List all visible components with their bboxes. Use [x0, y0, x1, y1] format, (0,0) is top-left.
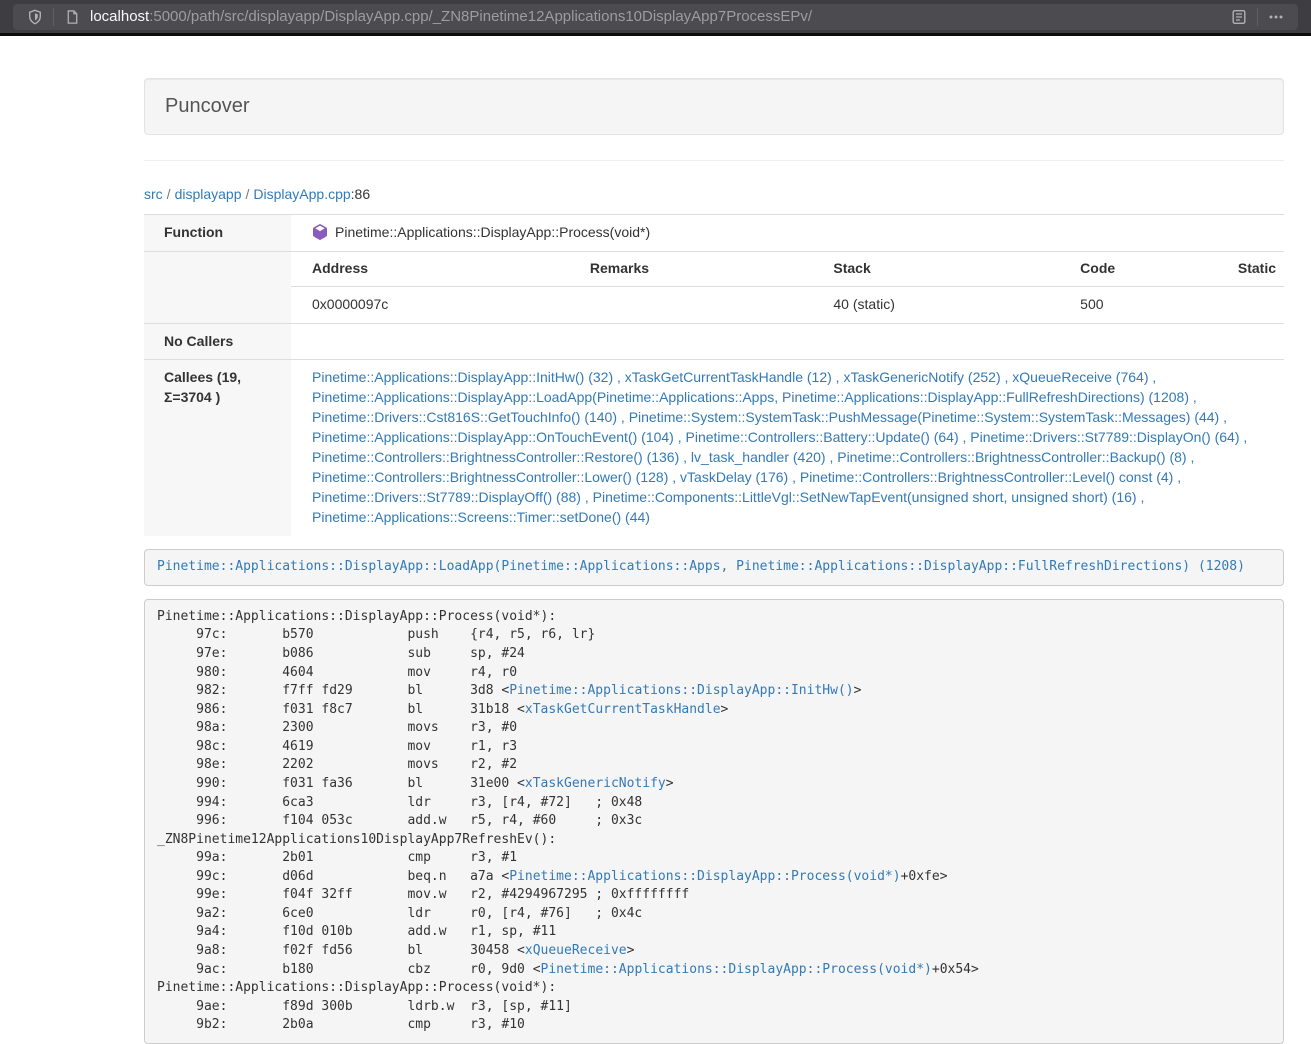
breadcrumb-separator: / [242, 186, 254, 202]
function-stats-row: Address Remarks Stack Code Static 0x0000… [144, 251, 1284, 323]
url-path: :5000/path/src/displayapp/DisplayApp.cpp… [149, 8, 812, 25]
callee-link[interactable]: Pinetime::Components::LittleVgl::SetNewT… [593, 489, 1137, 505]
callee-link[interactable]: lv_task_handler (420) [691, 449, 826, 465]
page-icon[interactable] [60, 5, 84, 29]
url-bar[interactable]: localhost:5000/path/src/displayapp/Displ… [13, 4, 1298, 30]
code-symbol-link[interactable]: xQueueReceive [525, 943, 627, 958]
stats-value-row: 0x0000097c 40 (static) 500 [291, 286, 1284, 322]
callee-separator: , [832, 369, 844, 385]
callee-separator: , [617, 409, 629, 425]
function-row: Function Pinetime::Applications::Display… [144, 214, 1284, 251]
breadcrumb-link[interactable]: displayapp [175, 186, 242, 202]
code-symbol-link[interactable]: Pinetime::Applications::DisplayApp::Init… [509, 683, 853, 698]
callers-cell [291, 323, 1284, 360]
url-host: localhost [90, 8, 149, 25]
app-header: Puncover [144, 78, 1284, 135]
stack-value: 40 (static) [812, 286, 1059, 322]
col-header-remarks: Remarks [569, 252, 813, 286]
code-value: 500 [1059, 286, 1217, 322]
callers-row: No Callers [144, 323, 1284, 360]
callee-separator: , [1240, 429, 1248, 445]
callee-link[interactable]: Pinetime::Controllers::Battery::Update()… [686, 429, 959, 445]
callee-separator: , [674, 429, 686, 445]
callees-row: Callees (19, Σ=3704 ) Pinetime::Applicat… [144, 360, 1284, 536]
callee-link[interactable]: Pinetime::Applications::DisplayApp::OnTo… [312, 429, 674, 445]
callee-separator: , [1219, 409, 1227, 425]
callee-link[interactable]: Pinetime::Drivers::St7789::DisplayOn() (… [970, 429, 1239, 445]
callee-link[interactable]: Pinetime::Drivers::St7789::DisplayOff() … [312, 489, 581, 505]
callee-separator: , [581, 489, 593, 505]
url-input[interactable]: localhost:5000/path/src/displayapp/Displ… [90, 6, 1227, 27]
callee-link[interactable]: Pinetime::Applications::DisplayApp::Load… [312, 389, 1189, 405]
callee-separator: , [788, 469, 800, 485]
callee-separator: , [679, 449, 691, 465]
callee-link[interactable]: Pinetime::System::SystemTask::PushMessag… [629, 409, 1220, 425]
callee-separator: , [1189, 389, 1197, 405]
callee-link[interactable]: Pinetime::Drivers::Cst816S::GetTouchInfo… [312, 409, 617, 425]
function-table: Function Pinetime::Applications::Display… [144, 214, 1284, 537]
callee-link[interactable]: xQueueReceive (764) [1012, 369, 1148, 385]
reader-mode-icon[interactable] [1227, 5, 1251, 29]
callee-separator: , [1137, 489, 1145, 505]
callee-link[interactable]: Pinetime::Controllers::BrightnessControl… [312, 449, 679, 465]
function-label: Function [144, 214, 291, 251]
callee-separator: , [1148, 369, 1156, 385]
col-header-code: Code [1059, 252, 1217, 286]
overflow-menu-icon[interactable] [1264, 5, 1288, 29]
code-symbol-link[interactable]: Pinetime::Applications::DisplayApp::Proc… [509, 869, 900, 884]
callee-link[interactable]: vTaskDelay (176) [680, 469, 788, 485]
breadcrumb-link[interactable]: DisplayApp.cpp [253, 186, 350, 202]
stats-table: Address Remarks Stack Code Static 0x0000… [291, 252, 1284, 323]
remarks-value [569, 286, 813, 322]
breadcrumb-separator: / [163, 186, 175, 202]
callees-label: Callees (19, Σ=3704 ) [144, 360, 291, 536]
code-symbol-link[interactable]: Pinetime::Applications::DisplayApp::Proc… [541, 962, 932, 977]
disassembly-code: Pinetime::Applications::DisplayApp::Proc… [144, 599, 1284, 1044]
callee-separator: , [613, 369, 625, 385]
callee-separator: , [668, 469, 680, 485]
static-value [1217, 286, 1284, 322]
callee-link[interactable]: Pinetime::Controllers::BrightnessControl… [800, 469, 1173, 485]
url-bar-divider [53, 8, 54, 26]
col-header-static: Static [1217, 252, 1284, 286]
breadcrumb-line-number: :86 [351, 186, 370, 202]
callees-list: Pinetime::Applications::DisplayApp::Init… [291, 360, 1284, 536]
code-symbol-link[interactable]: xTaskGenericNotify [525, 776, 666, 791]
callee-separator: , [1173, 469, 1181, 485]
function-stats-cell: Address Remarks Stack Code Static 0x0000… [291, 251, 1284, 323]
function-name: Pinetime::Applications::DisplayApp::Proc… [335, 224, 650, 240]
url-bar-divider-right [1257, 8, 1258, 26]
no-callers-label: No Callers [144, 323, 291, 360]
function-name-cell: Pinetime::Applications::DisplayApp::Proc… [291, 214, 1284, 251]
callee-link[interactable]: Pinetime::Controllers::BrightnessControl… [312, 469, 668, 485]
browser-toolbar: localhost:5000/path/src/displayapp/Displ… [0, 0, 1311, 33]
function-stats-label [144, 251, 291, 323]
callee-link[interactable]: Pinetime::Applications::DisplayApp::Init… [312, 369, 613, 385]
page-container: Puncover src/displayapp/DisplayApp.cpp:8… [144, 36, 1284, 1044]
col-header-stack: Stack [812, 252, 1059, 286]
callee-link[interactable]: xTaskGenericNotify (252) [843, 369, 1000, 385]
col-header-address: Address [291, 252, 569, 286]
highlighted-symbol-box: Pinetime::Applications::DisplayApp::Load… [144, 549, 1284, 586]
highlighted-symbol-link[interactable]: Pinetime::Applications::DisplayApp::Load… [157, 559, 1245, 574]
callee-link[interactable]: Pinetime::Controllers::BrightnessControl… [837, 449, 1186, 465]
shield-icon[interactable] [23, 5, 47, 29]
callee-separator: , [959, 429, 971, 445]
callee-separator: , [1001, 369, 1013, 385]
breadcrumb: src/displayapp/DisplayApp.cpp:86 [144, 185, 1284, 205]
breadcrumb-link[interactable]: src [144, 186, 163, 202]
address-value: 0x0000097c [291, 286, 569, 322]
callee-link[interactable]: xTaskGetCurrentTaskHandle (12) [625, 369, 832, 385]
callee-link[interactable]: Pinetime::Applications::Screens::Timer::… [312, 509, 650, 525]
callee-separator: , [826, 449, 838, 465]
callee-separator: , [1187, 449, 1195, 465]
code-symbol-link[interactable]: xTaskGetCurrentTaskHandle [525, 702, 721, 717]
header-divider [144, 160, 1284, 161]
symbol-cube-icon [312, 224, 328, 240]
page-title: Puncover [165, 92, 1263, 121]
